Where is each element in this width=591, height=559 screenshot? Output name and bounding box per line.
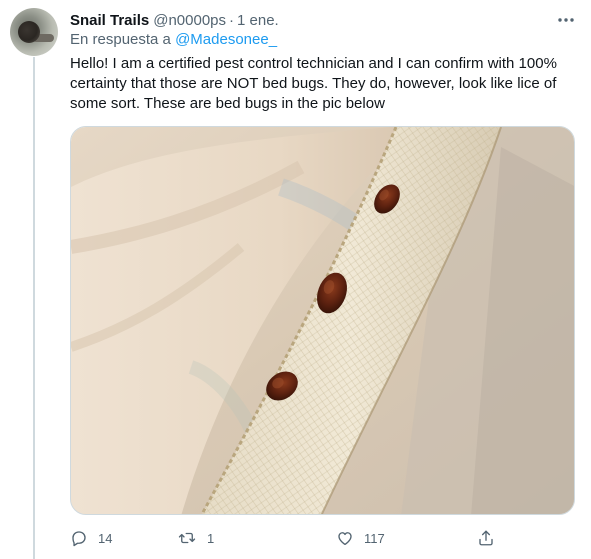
- like-icon: [338, 532, 352, 546]
- retweet-icon: [178, 532, 196, 544]
- tweet-date[interactable]: 1 ene.: [237, 12, 279, 29]
- reply-button[interactable]: 14: [70, 527, 112, 549]
- reply-to-mention[interactable]: @Madesonee_: [175, 31, 277, 48]
- author-name[interactable]: Snail Trails: [70, 12, 149, 29]
- share-icon: [479, 530, 493, 546]
- reply-prefix: En respuesta a: [70, 31, 171, 48]
- tweet-action-bar: 14 1 117: [70, 527, 500, 549]
- tweet-photo[interactable]: [70, 126, 575, 515]
- author-handle[interactable]: @n0000ps: [153, 12, 226, 29]
- avatar[interactable]: [10, 8, 58, 56]
- like-button[interactable]: 117: [336, 527, 385, 549]
- tweet-header: Snail Trails @n0000ps · 1 ene.: [70, 10, 279, 30]
- retweet-count: 1: [207, 530, 215, 546]
- more-options-icon[interactable]: [556, 10, 576, 30]
- reply-count: 14: [98, 530, 113, 546]
- thread-connector-line: [33, 57, 35, 559]
- avatar-snail-shell: [18, 21, 40, 43]
- reply-icon: [72, 531, 86, 547]
- tweet-text: Hello! I am a certified pest control tec…: [70, 55, 557, 112]
- share-button[interactable]: [477, 527, 495, 549]
- retweet-button[interactable]: 1: [177, 527, 214, 549]
- separator-dot: ·: [229, 11, 234, 29]
- reply-context: En respuesta a @Madesonee_: [70, 31, 277, 48]
- photo-of-bed-bugs-on-mattress-seam: [71, 127, 574, 514]
- like-count: 117: [364, 530, 385, 546]
